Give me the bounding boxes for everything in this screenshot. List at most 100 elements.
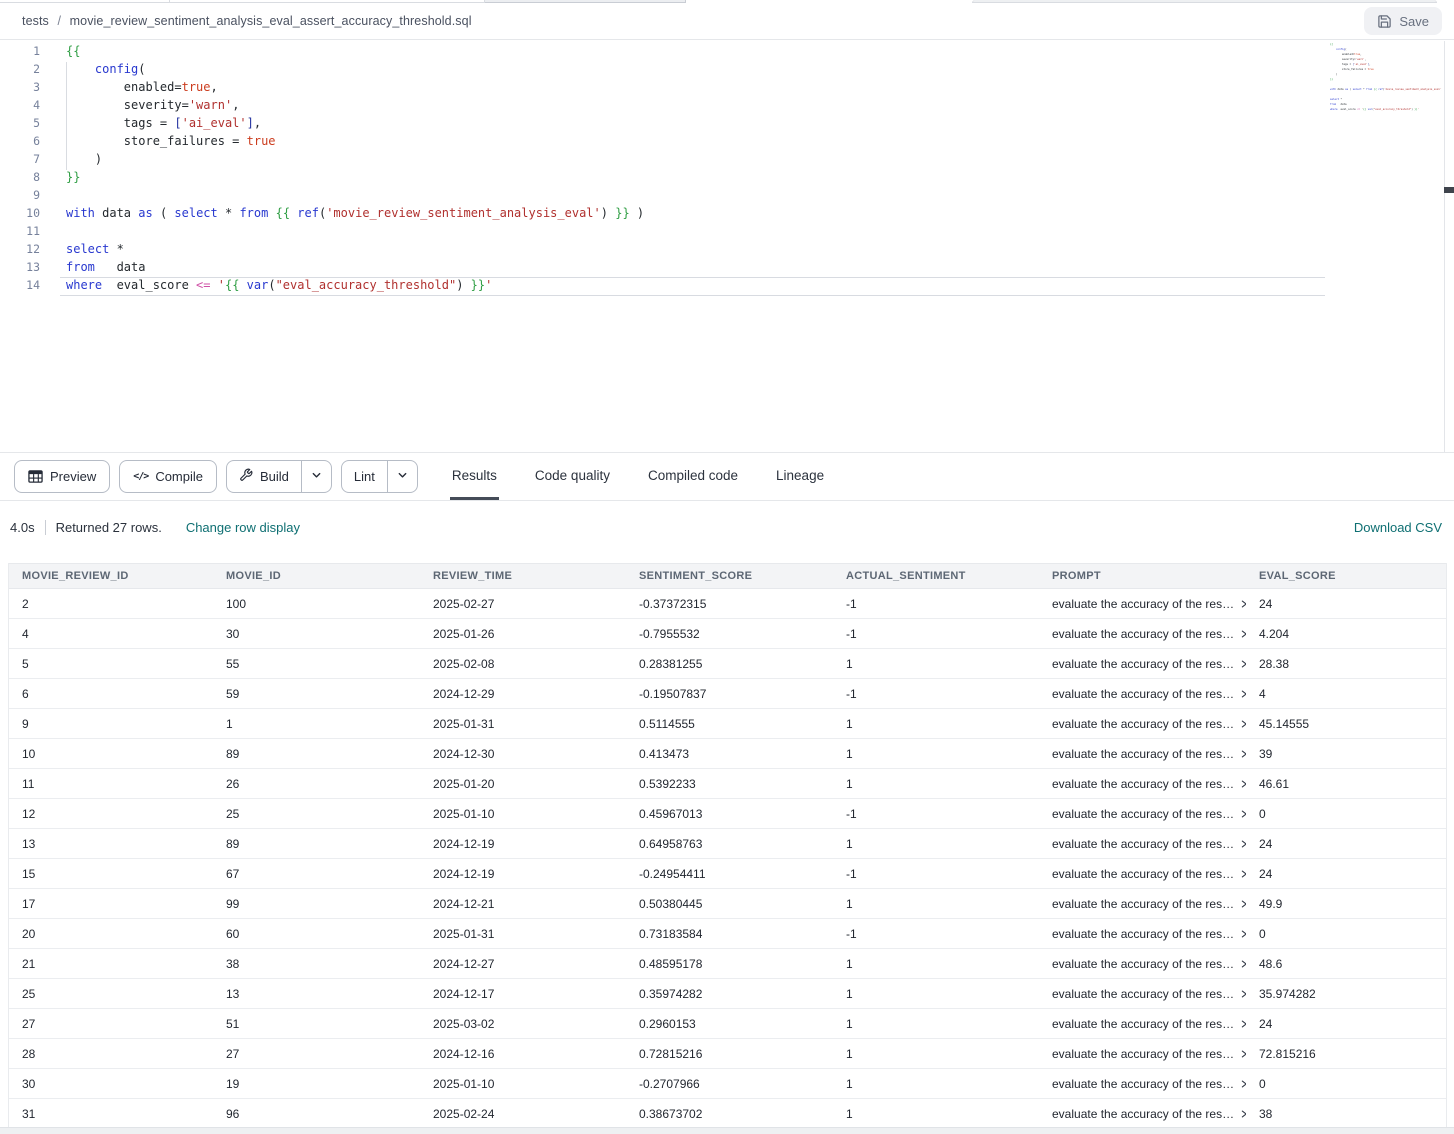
expand-prompt-icon[interactable]	[1239, 629, 1246, 639]
code-line[interactable]: 8}}	[0, 170, 1330, 188]
line-number[interactable]: 1	[0, 44, 40, 62]
table-cell: 24	[1246, 589, 1446, 618]
change-row-display-link[interactable]: Change row display	[186, 520, 300, 535]
table-cell: 11	[9, 769, 213, 798]
code-line[interactable]: 7 )	[0, 152, 1330, 170]
build-button[interactable]: Build	[227, 461, 301, 492]
table-cell: 0.5392233	[626, 769, 833, 798]
column-header: ACTUAL_SENTIMENT	[833, 564, 1039, 588]
code-line[interactable]: 1{{	[0, 44, 1330, 62]
table-cell: 4.204	[1246, 619, 1446, 648]
expand-prompt-icon[interactable]	[1239, 929, 1246, 939]
expand-prompt-icon[interactable]	[1239, 779, 1246, 789]
line-number[interactable]: 7	[0, 152, 40, 170]
expand-prompt-icon[interactable]	[1239, 659, 1246, 669]
table-cell: 17	[9, 889, 213, 918]
table-cell: 99	[213, 889, 420, 918]
line-number[interactable]: 8	[0, 170, 40, 188]
table-cell: evaluate the accuracy of the res…	[1039, 649, 1246, 678]
line-number[interactable]: 4	[0, 98, 40, 116]
breadcrumb: tests / movie_review_sentiment_analysis_…	[22, 14, 472, 28]
table-icon	[28, 469, 43, 484]
action-buttons: Preview </> Compile Build	[14, 453, 418, 500]
table-cell: 1	[833, 1039, 1039, 1068]
table-cell: 1	[833, 649, 1039, 678]
expand-prompt-icon[interactable]	[1239, 719, 1246, 729]
lint-button[interactable]: Lint	[342, 461, 387, 492]
table-cell: 0.45967013	[626, 799, 833, 828]
line-number[interactable]: 5	[0, 116, 40, 134]
download-csv-link[interactable]: Download CSV	[1354, 520, 1442, 535]
table-row: 31962025-02-240.386737021evaluate the ac…	[9, 1099, 1446, 1129]
line-number[interactable]: 14	[0, 278, 40, 296]
expand-prompt-icon[interactable]	[1239, 689, 1246, 699]
expand-prompt-icon[interactable]	[1239, 1019, 1246, 1029]
code-line[interactable]: 3 enabled=true,	[0, 80, 1330, 98]
table-cell: -1	[833, 619, 1039, 648]
line-number[interactable]: 2	[0, 62, 40, 80]
table-cell: 0.73183584	[626, 919, 833, 948]
code-line[interactable]: 11	[0, 224, 1330, 242]
expand-prompt-icon[interactable]	[1239, 599, 1246, 609]
line-number[interactable]: 3	[0, 80, 40, 98]
line-number[interactable]: 6	[0, 134, 40, 152]
code-line[interactable]: 2 config(	[0, 62, 1330, 80]
compile-button[interactable]: </> Compile	[119, 460, 217, 493]
code-lines[interactable]: 1{{2 config(3 enabled=true,4 severity='w…	[0, 44, 1330, 296]
lint-dropdown-button[interactable]	[387, 461, 417, 492]
code-line[interactable]: 10with data as ( select * from {{ ref('m…	[0, 206, 1330, 224]
code-text: from data	[40, 260, 145, 278]
table-cell: 31	[9, 1099, 213, 1128]
line-number[interactable]: 13	[0, 260, 40, 278]
table-cell: 4	[9, 619, 213, 648]
table-row: 6592024-12-29-0.19507837-1evaluate the a…	[9, 679, 1446, 709]
editor-scrollbar-track[interactable]	[1444, 41, 1445, 452]
table-cell: 2024-12-21	[420, 889, 626, 918]
code-line[interactable]: 13from data	[0, 260, 1330, 278]
editor-minimap[interactable]: {{ config( enabled=true, severity='warn'…	[1330, 43, 1442, 173]
table-row: 5552025-02-080.283812551evaluate the acc…	[9, 649, 1446, 679]
horizontal-scrollbar[interactable]	[0, 1127, 1454, 1134]
editor-scrollbar-marker[interactable]	[1444, 187, 1454, 193]
save-button[interactable]: Save	[1364, 7, 1442, 35]
chevron-down-icon	[397, 468, 408, 486]
table-cell: 38	[1246, 1099, 1446, 1128]
code-line[interactable]: 12select *	[0, 242, 1330, 260]
table-cell: 27	[9, 1009, 213, 1038]
expand-prompt-icon[interactable]	[1239, 1109, 1246, 1119]
code-line[interactable]: 4 severity='warn',	[0, 98, 1330, 116]
tab-code-quality[interactable]: Code quality	[533, 453, 612, 500]
line-number[interactable]: 11	[0, 224, 40, 242]
expand-prompt-icon[interactable]	[1239, 1079, 1246, 1089]
line-number[interactable]: 12	[0, 242, 40, 260]
code-line[interactable]: 5 tags = ['ai_eval'],	[0, 116, 1330, 134]
code-editor[interactable]: 1{{2 config(3 enabled=true,4 severity='w…	[0, 41, 1454, 452]
code-line[interactable]: 6 store_failures = true	[0, 134, 1330, 152]
line-number[interactable]: 9	[0, 188, 40, 206]
expand-prompt-icon[interactable]	[1239, 959, 1246, 969]
table-cell: 1	[833, 709, 1039, 738]
table-cell: -0.7955532	[626, 619, 833, 648]
preview-button[interactable]: Preview	[14, 460, 110, 493]
expand-prompt-icon[interactable]	[1239, 809, 1246, 819]
tab-results[interactable]: Results	[450, 453, 499, 500]
tab-compiled-code[interactable]: Compiled code	[646, 453, 740, 500]
expand-prompt-icon[interactable]	[1239, 1049, 1246, 1059]
results-table: MOVIE_REVIEW_IDMOVIE_IDREVIEW_TIMESENTIM…	[8, 563, 1447, 1129]
table-cell: 2025-03-02	[420, 1009, 626, 1038]
expand-prompt-icon[interactable]	[1239, 839, 1246, 849]
line-number[interactable]: 10	[0, 206, 40, 224]
column-header: MOVIE_REVIEW_ID	[9, 564, 213, 588]
expand-prompt-icon[interactable]	[1239, 749, 1246, 759]
build-dropdown-button[interactable]	[301, 461, 331, 492]
code-line[interactable]: 9	[0, 188, 1330, 206]
table-cell: evaluate the accuracy of the res…	[1039, 919, 1246, 948]
expand-prompt-icon[interactable]	[1239, 869, 1246, 879]
table-row: 15672024-12-19-0.24954411-1evaluate the …	[9, 859, 1446, 889]
table-cell: 2024-12-30	[420, 739, 626, 768]
expand-prompt-icon[interactable]	[1239, 989, 1246, 999]
tab-lineage[interactable]: Lineage	[774, 453, 826, 500]
table-cell: 30	[9, 1069, 213, 1098]
code-line[interactable]: 14where eval_score <= '{{ var("eval_accu…	[0, 278, 1330, 296]
expand-prompt-icon[interactable]	[1239, 899, 1246, 909]
